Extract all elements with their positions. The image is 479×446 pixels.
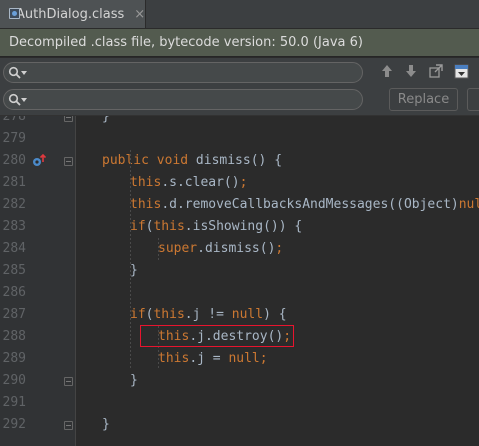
code-line[interactable]: 282 this.d.removeCallbacksAndMessages((Ob…: [0, 194, 479, 216]
code-line[interactable]: 281 this.s.clear();: [0, 172, 479, 194]
tab-authdialog-class[interactable]: AuthDialog.class ×: [0, 0, 146, 28]
code-text: this.j = null;: [158, 348, 268, 370]
code-line[interactable]: 279: [0, 128, 479, 150]
keyword-token: this: [130, 197, 162, 212]
line-number: 280: [2, 153, 26, 168]
search-icon[interactable]: [8, 93, 22, 107]
highlight-box: [140, 325, 294, 347]
decompiled-notice-banner: Decompiled .class file, bytecode version…: [0, 29, 479, 57]
code-text: super.dismiss();: [158, 238, 283, 260]
keyword-token: null: [458, 197, 479, 212]
code-token: .j !=: [184, 307, 232, 322]
code-token: .j =: [189, 351, 229, 366]
arrow-up-icon[interactable]: [378, 62, 396, 80]
code-token: }: [130, 263, 138, 278]
fold-marker-icon[interactable]: [64, 421, 73, 430]
code-text: this.d.removeCallbacksAndMessages((Objec…: [130, 194, 479, 216]
line-number: 278: [2, 116, 26, 124]
keyword-token: public void: [102, 153, 196, 168]
replace-all-button[interactable]: [467, 88, 479, 111]
banner-text: Decompiled .class file, bytecode version…: [9, 35, 363, 50]
line-number: 292: [2, 417, 26, 432]
line-number: 288: [2, 329, 26, 344]
keyword-token: ;: [275, 241, 284, 256]
line-number: 282: [2, 197, 26, 212]
keyword-token: this: [130, 175, 162, 190]
code-token: }: [130, 373, 138, 388]
code-line[interactable]: 283 if(this.isShowing()) {: [0, 216, 479, 238]
code-text: public void dismiss() {: [102, 150, 282, 172]
find-replace-panel: Replace: [0, 58, 479, 116]
code-text: }: [130, 370, 138, 392]
code-line[interactable]: 284 super.dismiss();: [0, 238, 479, 260]
filter-icon[interactable]: [452, 62, 470, 80]
code-text: }: [130, 260, 138, 282]
replace-field[interactable]: [3, 89, 363, 110]
code-token: ) {: [263, 307, 287, 322]
indent-guide: [130, 150, 131, 370]
code-line[interactable]: 286: [0, 282, 479, 304]
export-icon[interactable]: [427, 62, 445, 80]
find-field[interactable]: [3, 62, 363, 83]
fold-marker-icon[interactable]: [64, 157, 73, 166]
line-number: 283: [2, 219, 26, 234]
keyword-token: this: [153, 219, 185, 234]
find-input[interactable]: [32, 64, 356, 83]
code-token: .s.clear(): [161, 175, 240, 190]
keyword-token: if: [130, 219, 146, 234]
close-icon[interactable]: ×: [134, 7, 145, 22]
editor-tab-bar: AuthDialog.class ×: [0, 0, 479, 29]
code-line[interactable]: 285}: [0, 260, 479, 282]
code-token: .dismiss(): [197, 241, 276, 256]
code-text: if(this.isShowing()) {: [130, 216, 302, 238]
line-number: 287: [2, 307, 26, 322]
keyword-token: ;: [259, 351, 268, 366]
line-number: 286: [2, 285, 26, 300]
code-text: }: [102, 116, 110, 128]
line-number: 290: [2, 373, 26, 388]
override-method-icon[interactable]: [32, 154, 46, 168]
code-text: if(this.j != null) {: [130, 304, 287, 326]
code-line[interactable]: 291: [0, 392, 479, 414]
line-number: 284: [2, 241, 26, 256]
keyword-token: super: [158, 241, 198, 256]
search-icon[interactable]: [8, 66, 22, 80]
fold-marker-icon[interactable]: [64, 377, 73, 386]
keyword-token: this: [153, 307, 185, 322]
line-number: 289: [2, 351, 26, 366]
keyword-token: null: [228, 351, 260, 366]
tab-title: AuthDialog.class: [16, 6, 125, 22]
code-token: }: [102, 417, 110, 432]
fold-marker-icon[interactable]: [64, 116, 73, 122]
line-number: 281: [2, 175, 26, 190]
chevron-down-icon[interactable]: [21, 71, 27, 75]
code-text: }: [102, 414, 110, 436]
code-token: .isShowing()) {: [184, 219, 303, 234]
line-number: 291: [2, 395, 26, 410]
replace-input[interactable]: [32, 91, 356, 110]
code-text: this.s.clear();: [130, 172, 247, 194]
code-token: dismiss() {: [195, 153, 283, 168]
code-editor[interactable]: 278} 279 280 public void dismiss() { 281 this…: [0, 116, 479, 446]
code-line[interactable]: 289 this.j = null;: [0, 348, 479, 370]
keyword-token: this: [158, 351, 190, 366]
line-number: 279: [2, 131, 26, 146]
code-token: }: [102, 116, 110, 124]
keyword-token: ;: [239, 175, 248, 190]
code-line[interactable]: 287 if(this.j != null) {: [0, 304, 479, 326]
keyword-token: null: [231, 307, 264, 322]
line-number: 285: [2, 263, 26, 278]
arrow-down-icon[interactable]: [402, 62, 420, 80]
replace-button[interactable]: Replace: [389, 88, 458, 111]
keyword-token: if: [130, 307, 146, 322]
indent-guide: [158, 238, 159, 260]
chevron-down-icon[interactable]: [21, 98, 27, 102]
code-token: .d.removeCallbacksAndMessages((Object): [161, 197, 459, 212]
